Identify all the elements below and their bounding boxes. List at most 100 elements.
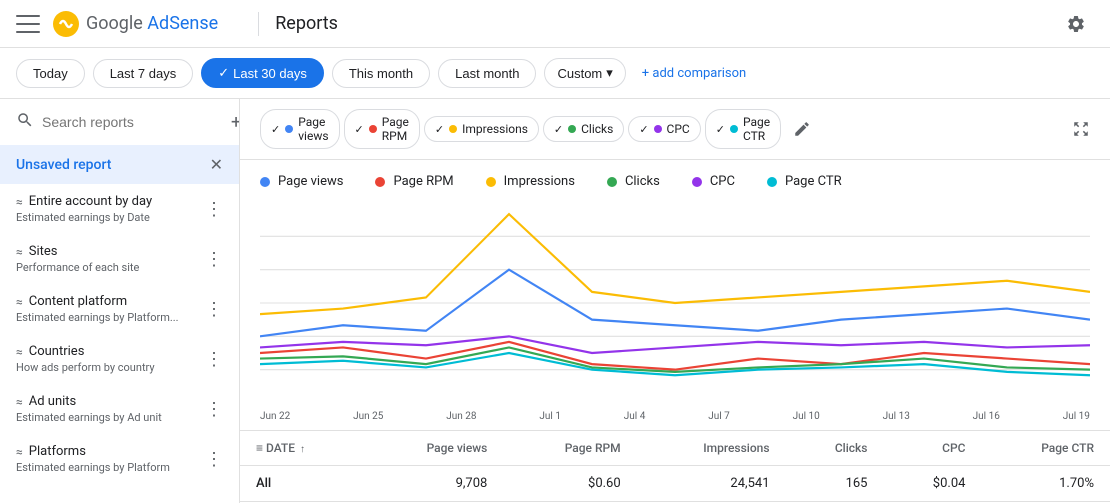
settings-button[interactable] (1058, 6, 1094, 42)
table-cell-0-6: 1.70% (981, 466, 1110, 502)
line-chart (260, 203, 1090, 403)
search-input[interactable] (42, 114, 223, 130)
more-options-icon-3[interactable]: ⋮ (205, 349, 223, 370)
sort-icon: ↑ (300, 444, 305, 455)
adsense-logo-icon (52, 10, 80, 38)
metric-tab-impressions[interactable]: ✓ Impressions (424, 116, 539, 142)
metric-tab-page-ctr[interactable]: ✓ Page CTR (705, 109, 781, 149)
chevron-down-icon: ▾ (606, 65, 613, 81)
sidebar-item-content-1: ≈ Sites Performance of each site (16, 244, 139, 274)
sidebar-item-2[interactable]: ≈ Content platform Estimated earnings by… (0, 284, 239, 334)
sidebar-item-label-0: ≈ Entire account by day (16, 194, 152, 209)
legend-dot-1 (375, 177, 385, 187)
x-axis-labels: Jun 22Jun 25Jun 28Jul 1Jul 4Jul 7Jul 10J… (240, 407, 1110, 430)
search-bar: + (0, 99, 239, 145)
more-options-icon-5[interactable]: ⋮ (205, 449, 223, 470)
legend-label-4: CPC (710, 174, 735, 189)
gear-icon (1066, 14, 1086, 34)
search-icon (16, 111, 34, 133)
data-table: ≡ DATE ↑Page viewsPage RPMImpressionsCli… (240, 430, 1110, 503)
top-bar: Google AdSense Reports (0, 0, 1110, 48)
thismonth-button[interactable]: This month (332, 59, 430, 88)
sidebar-item-3[interactable]: ≈ Countries How ads perform by country ⋮ (0, 334, 239, 384)
metric-dot-5 (730, 125, 738, 133)
metric-tab-label-1: Page RPM (382, 115, 409, 143)
sidebar-item-sub-5: Estimated earnings by Platform (16, 461, 170, 474)
table-row-0: All9,708$0.6024,541165$0.041.70% (240, 466, 1110, 502)
more-options-icon-0[interactable]: ⋮ (205, 199, 223, 220)
sidebar-item-1[interactable]: ≈ Sites Performance of each site ⋮ (0, 234, 239, 284)
last30-button[interactable]: ✓ Last 30 days (201, 58, 324, 88)
report-icon-0: ≈ (16, 195, 23, 209)
add-report-button[interactable]: + (231, 112, 240, 133)
x-label-2: Jun 28 (446, 411, 476, 422)
sidebar-item-sub-1: Performance of each site (16, 261, 139, 274)
check-icon-2: ✓ (435, 123, 444, 136)
sidebar-active-item[interactable]: Unsaved report ✕ (0, 145, 239, 184)
table-cell-0-3: 24,541 (637, 466, 786, 502)
x-label-4: Jul 4 (624, 411, 646, 422)
separator (258, 12, 259, 36)
check-icon-0: ✓ (271, 123, 280, 136)
legend-dot-5 (767, 177, 777, 187)
table-header-2: Page RPM (503, 431, 636, 466)
sidebar-item-5[interactable]: ≈ Platforms Estimated earnings by Platfo… (0, 434, 239, 484)
more-options-icon-2[interactable]: ⋮ (205, 299, 223, 320)
table-format-icon[interactable]: ≡ (256, 441, 263, 455)
add-comparison-button[interactable]: + add comparison (634, 60, 754, 87)
metric-tab-page-views[interactable]: ✓ Page views (260, 109, 340, 149)
edit-icon[interactable] (793, 120, 811, 138)
sidebar-item-sub-0: Estimated earnings by Date (16, 211, 152, 224)
metric-tab-label-0: Page views (298, 115, 328, 143)
today-button[interactable]: Today (16, 59, 85, 88)
report-icon-2: ≈ (16, 295, 23, 309)
metric-tab-cpc[interactable]: ✓ CPC (628, 116, 700, 142)
metric-dot-1 (369, 125, 377, 133)
lastmonth-button[interactable]: Last month (438, 59, 536, 88)
sidebar-item-label-1: ≈ Sites (16, 244, 139, 259)
legend-item-0: Page views (260, 174, 343, 189)
sidebar-item-label-2: ≈ Content platform (16, 294, 179, 309)
chart-area: ✓ Page views ✓ Page RPM ✓ Impressions ✓ … (240, 99, 1110, 503)
close-report-button[interactable]: ✕ (210, 155, 223, 174)
x-label-0: Jun 22 (260, 411, 290, 422)
sidebar-item-0[interactable]: ≈ Entire account by day Estimated earnin… (0, 184, 239, 234)
sidebar-item-content-4: ≈ Ad units Estimated earnings by Ad unit (16, 394, 162, 424)
check-icon-4: ✓ (639, 123, 648, 136)
table-cell-0-2: $0.60 (503, 466, 636, 502)
x-label-7: Jul 13 (883, 411, 910, 422)
check-icon-5: ✓ (716, 123, 725, 136)
chart-legend: Page views Page RPM Impressions Clicks C… (240, 160, 1110, 203)
x-label-1: Jun 25 (353, 411, 383, 422)
metric-dot-0 (285, 125, 293, 133)
metric-tab-clicks[interactable]: ✓ Clicks (543, 116, 624, 142)
sidebar-item-content-3: ≈ Countries How ads perform by country (16, 344, 155, 374)
sidebar-item-4[interactable]: ≈ Ad units Estimated earnings by Ad unit… (0, 384, 239, 434)
legend-label-0: Page views (278, 174, 343, 189)
more-options-icon-4[interactable]: ⋮ (205, 399, 223, 420)
table-cell-0-5: $0.04 (883, 466, 981, 502)
table-header-3: Impressions (637, 431, 786, 466)
hamburger-menu[interactable] (16, 12, 40, 36)
x-label-6: Jul 10 (793, 411, 820, 422)
legend-dot-2 (486, 177, 496, 187)
metric-tab-label-4: CPC (667, 122, 690, 136)
custom-button[interactable]: Custom ▾ (544, 58, 625, 88)
expand-icon[interactable] (1072, 120, 1090, 138)
table-header-0[interactable]: ≡ DATE ↑ (240, 431, 363, 466)
sidebar-item-label-4: ≈ Ad units (16, 394, 162, 409)
last7-button[interactable]: Last 7 days (93, 59, 194, 88)
sidebar-item-content-0: ≈ Entire account by day Estimated earnin… (16, 194, 152, 224)
more-options-icon-1[interactable]: ⋮ (205, 249, 223, 270)
x-label-8: Jul 16 (973, 411, 1000, 422)
legend-item-4: CPC (692, 174, 735, 189)
legend-label-5: Page CTR (785, 174, 842, 189)
legend-item-1: Page RPM (375, 174, 453, 189)
metric-tab-page-rpm[interactable]: ✓ Page RPM (344, 109, 420, 149)
sidebar-item-content-5: ≈ Platforms Estimated earnings by Platfo… (16, 444, 170, 474)
legend-label-1: Page RPM (393, 174, 453, 189)
report-icon-4: ≈ (16, 395, 23, 409)
x-label-5: Jul 7 (708, 411, 730, 422)
table-cell-0-1: 9,708 (363, 466, 504, 502)
metric-dot-3 (568, 125, 576, 133)
